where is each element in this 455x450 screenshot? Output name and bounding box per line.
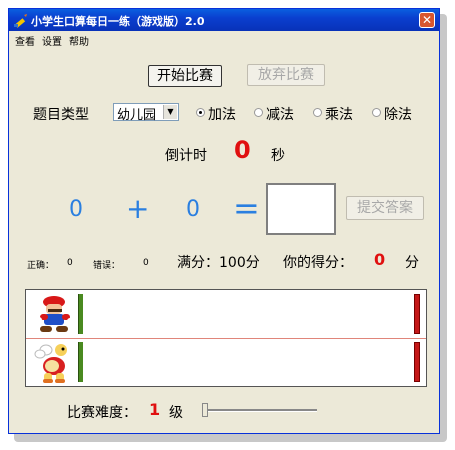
correct-label: 正确： [27, 261, 55, 271]
menu-bar: 查看 设置 帮助 [9, 31, 439, 48]
countdown-value: 0 [234, 136, 251, 164]
difficulty-label: 比赛难度： [67, 405, 137, 421]
label-subtraction[interactable]: 减法 [266, 104, 294, 124]
full-score: 满分：100分 [177, 255, 260, 271]
label-multiplication[interactable]: 乘法 [325, 104, 353, 124]
wrong-label: 错误： [93, 261, 121, 271]
abandon-race-button[interactable]: 放弃比赛 [247, 64, 325, 86]
countdown-unit: 秒 [271, 148, 285, 164]
difficulty-unit: 级 [169, 405, 183, 421]
menu-settings[interactable]: 设置 [42, 33, 62, 48]
koopa-icon [34, 344, 67, 383]
radio-division[interactable] [372, 108, 381, 117]
difficulty-value: 1 [149, 400, 161, 419]
label-division[interactable]: 除法 [384, 104, 412, 124]
window-title: 小学生口算每日一练（游戏版）2.0 [31, 15, 205, 28]
chevron-down-icon[interactable]: ▼ [163, 105, 177, 119]
countdown-label: 倒计时 [165, 148, 207, 164]
question-type-label: 题目类型 [33, 107, 89, 123]
radio-multiplication[interactable] [313, 108, 322, 117]
answer-input[interactable] [266, 183, 336, 235]
mario-icon [36, 296, 73, 332]
pencil-app-icon [14, 14, 27, 28]
finish-line-bottom [414, 342, 420, 382]
lane-divider [26, 338, 426, 339]
menu-help[interactable]: 帮助 [69, 33, 89, 48]
label-addition[interactable]: 加法 [208, 104, 236, 124]
question-type-select[interactable]: 幼儿园 ▼ [113, 103, 179, 123]
radio-subtraction[interactable] [254, 108, 263, 117]
difficulty-slider-track[interactable] [205, 409, 317, 412]
operand-right: 0 [186, 197, 200, 222]
start-race-button[interactable]: 开始比赛 [148, 65, 222, 87]
wrong-value: 0 [143, 258, 149, 268]
your-score-label: 你的得分： [283, 255, 353, 271]
app-window: 小学生口算每日一练（游戏版）2.0 ✕ 查看 设置 帮助 开始比赛 放弃比赛 题… [8, 8, 440, 434]
close-button[interactable]: ✕ [419, 12, 435, 28]
radio-addition[interactable] [196, 108, 205, 117]
score-unit: 分 [405, 255, 419, 271]
submit-answer-button[interactable]: 提交答案 [346, 196, 424, 220]
race-track [25, 289, 427, 387]
question-type-value: 幼儿园 [117, 108, 157, 123]
start-line-top [78, 294, 83, 334]
operator-sign: + [126, 192, 150, 225]
operand-left: 0 [69, 197, 83, 222]
equals-sign: = [233, 189, 260, 227]
finish-line-top [414, 294, 420, 334]
start-line-bottom [78, 342, 83, 382]
difficulty-slider-thumb[interactable] [202, 403, 208, 417]
your-score-value: 0 [374, 250, 386, 269]
correct-value: 0 [67, 258, 73, 268]
title-bar[interactable]: 小学生口算每日一练（游戏版）2.0 ✕ [9, 9, 439, 31]
menu-view[interactable]: 查看 [15, 33, 35, 48]
